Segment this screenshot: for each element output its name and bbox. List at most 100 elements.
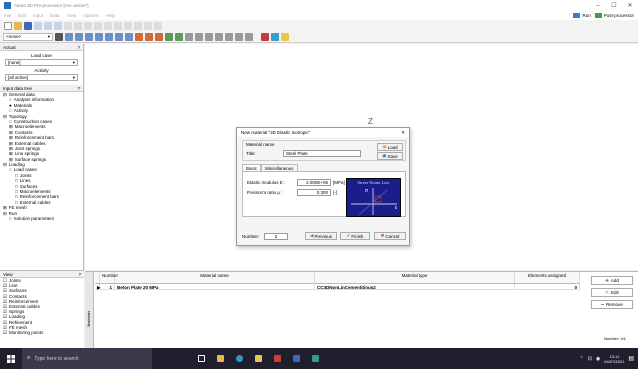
view-top-icon[interactable]	[105, 32, 113, 41]
zoom-fit-icon[interactable]	[85, 32, 93, 41]
rotate-icon[interactable]	[125, 32, 133, 41]
network-icon[interactable]: ⊡	[588, 356, 592, 362]
view-item[interactable]: ☑ Monitoring points	[0, 330, 84, 335]
view-front-icon[interactable]	[95, 32, 103, 41]
menu-data[interactable]: Data	[50, 13, 60, 18]
close-icon[interactable]: ✕	[401, 130, 405, 136]
view-side-icon[interactable]	[115, 32, 123, 41]
edge-icon[interactable]	[236, 355, 243, 362]
tool-icon[interactable]	[124, 21, 132, 30]
tool-icon[interactable]	[104, 21, 112, 30]
notification-icon[interactable]: ▤	[628, 355, 634, 362]
tree-node-icon: ○	[9, 118, 12, 124]
new-icon[interactable]	[4, 21, 12, 30]
run-button[interactable]: Run	[573, 13, 591, 18]
grid-icon[interactable]	[245, 32, 253, 41]
checkbox[interactable]: ☑	[3, 288, 7, 293]
redo-icon[interactable]	[74, 21, 82, 30]
tool-icon[interactable]	[84, 21, 92, 30]
tool-icon[interactable]	[134, 21, 142, 30]
column-header-material-name[interactable]: Material name	[115, 272, 315, 283]
cut-icon[interactable]	[34, 21, 42, 30]
pin-icon[interactable]: ?	[77, 86, 80, 91]
open-icon[interactable]	[14, 21, 22, 30]
menu-help[interactable]: Help	[106, 13, 115, 18]
app-icon[interactable]	[255, 355, 262, 362]
select-icon[interactable]	[55, 32, 63, 41]
volume-icon[interactable]: ◉	[596, 356, 600, 362]
elastic-modulus-input[interactable]: 2.000E+05	[297, 179, 331, 186]
load-case-select[interactable]: [none] ▾	[5, 59, 78, 66]
materials-side-tab[interactable]: Materials	[85, 272, 94, 349]
save-button[interactable]: ▣ Save	[377, 152, 403, 160]
grid-icon[interactable]	[205, 32, 213, 41]
column-header-elements-assigned[interactable]: Elements assigned	[515, 272, 580, 283]
load-button[interactable]: ▣ Load	[377, 143, 403, 151]
number-input[interactable]: 2	[264, 233, 288, 240]
grid-icon[interactable]	[215, 32, 223, 41]
copy-icon[interactable]	[44, 21, 52, 30]
menu-input[interactable]: Input	[33, 13, 43, 18]
table-row[interactable]: ▶ 1 Beton Plate 20 MPa CC3DNonLinCementi…	[95, 284, 580, 290]
checkbox[interactable]: ☑	[3, 330, 7, 335]
undo-icon[interactable]	[64, 21, 72, 30]
move-icon[interactable]	[135, 32, 143, 41]
windows-start-icon[interactable]	[0, 348, 22, 369]
mirror-icon[interactable]	[155, 32, 163, 41]
minimize-button[interactable]: –	[590, 3, 606, 9]
close-button[interactable]: ✕	[622, 2, 638, 9]
menu-view[interactable]: View	[67, 13, 77, 18]
mesh-icon[interactable]	[175, 32, 183, 41]
tool-icon[interactable]	[144, 21, 152, 30]
menu-file[interactable]: File	[4, 13, 11, 18]
zoom-in-icon[interactable]	[65, 32, 73, 41]
finish-button[interactable]: ✔ Finish	[340, 232, 370, 240]
grid-icon[interactable]	[195, 32, 203, 41]
tool-icon[interactable]	[114, 21, 122, 30]
tree-item-label: Macroelements	[19, 189, 51, 195]
render-icon[interactable]	[261, 32, 269, 41]
checkbox[interactable]: ☑	[3, 320, 7, 325]
pin-icon[interactable]: ?	[77, 45, 80, 50]
pin-icon[interactable]: ?	[78, 272, 81, 277]
column-header-material-type[interactable]: Material type	[315, 272, 515, 283]
paint-icon[interactable]	[165, 32, 173, 41]
checkbox[interactable]: ☑	[3, 325, 7, 330]
add-button[interactable]: ✚ Add	[591, 276, 633, 285]
maximize-button[interactable]: ☐	[606, 2, 622, 9]
app-icon[interactable]	[274, 355, 281, 362]
copy-object-icon[interactable]	[145, 32, 153, 41]
paste-icon[interactable]	[54, 21, 62, 30]
save-icon[interactable]	[24, 21, 32, 30]
menu-edit[interactable]: Edit	[18, 13, 26, 18]
app-icon[interactable]	[293, 355, 300, 362]
edit-button[interactable]: ✎ Edit	[591, 288, 633, 297]
checkbox[interactable]: ☑	[3, 294, 7, 299]
task-view-icon[interactable]	[198, 355, 205, 362]
file-explorer-icon[interactable]	[217, 355, 224, 362]
tool-icon[interactable]	[94, 21, 102, 30]
tree-item[interactable]: ○ Solution parameters	[3, 216, 83, 221]
poisson-ratio-input[interactable]: 0.300	[297, 189, 331, 196]
activity-select[interactable]: [all active] ▾	[5, 74, 78, 81]
remove-button[interactable]: ━ Remove	[591, 300, 633, 309]
tool-icon[interactable]	[154, 21, 162, 30]
menu-options[interactable]: Options	[83, 13, 99, 18]
previous-button[interactable]: ◀ Previous	[305, 232, 337, 240]
cancel-button[interactable]: ✖ Cancel	[374, 232, 406, 240]
column-header-number[interactable]: Number	[100, 272, 118, 283]
atena-icon[interactable]	[312, 355, 319, 362]
grid-icon[interactable]	[235, 32, 243, 41]
title-input[interactable]: Steel Plate	[283, 150, 361, 157]
clock[interactable]: 13:11 04/07/2021	[604, 354, 624, 364]
tray-chevron-icon[interactable]: ⌃	[580, 356, 584, 362]
zoom-out-icon[interactable]	[75, 32, 83, 41]
taskbar-search-box[interactable]: ⌕ Type here to search	[22, 348, 152, 369]
axis-icon[interactable]	[185, 32, 193, 41]
grid-icon[interactable]	[225, 32, 233, 41]
color-icon[interactable]	[271, 32, 279, 41]
help-icon[interactable]	[281, 32, 289, 41]
selection-combo[interactable]: <none> ▾	[3, 32, 53, 41]
post-processor-button[interactable]: Post-processor	[594, 13, 634, 18]
checkbox[interactable]: ☑	[3, 314, 7, 319]
